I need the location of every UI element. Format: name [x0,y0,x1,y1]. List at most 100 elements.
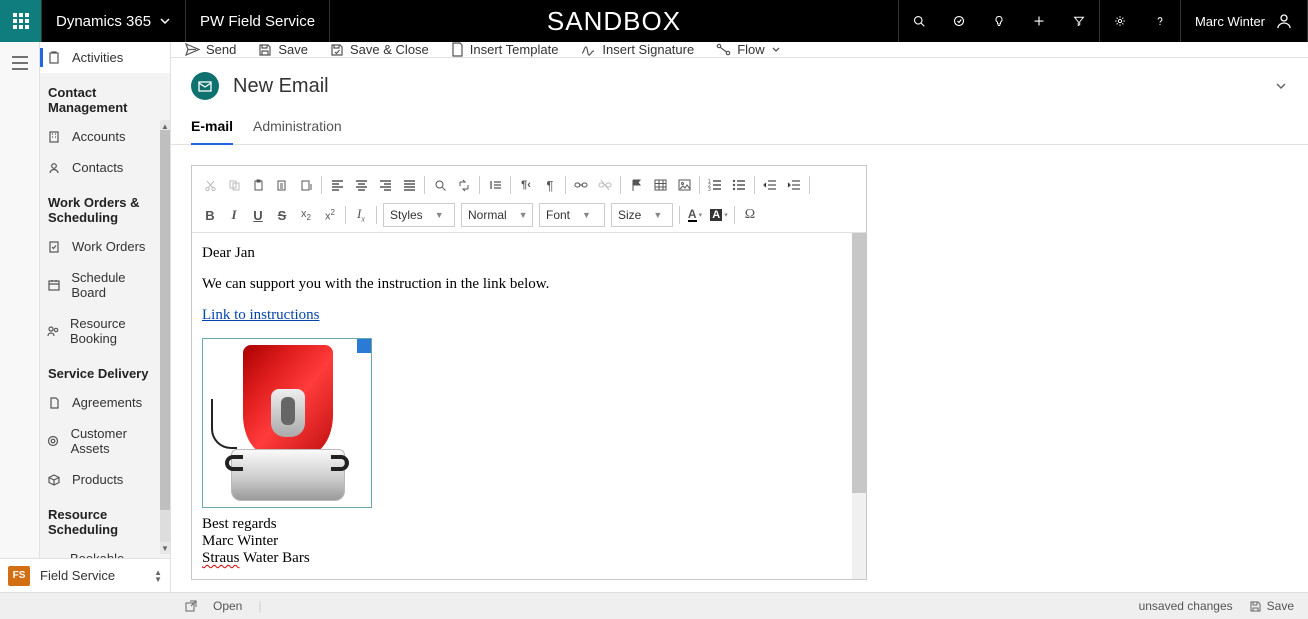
align-justify-button[interactable] [397,174,421,196]
status-save-button[interactable]: Save [1249,599,1294,613]
paste-icon [252,179,265,192]
insert-signature-button[interactable]: Insert Signature [580,42,694,57]
waffle-icon [13,13,29,29]
rtl-button[interactable]: ¶ [538,174,562,196]
blockquote-icon [489,179,502,191]
user-name: Marc Winter [1195,14,1265,29]
popout-icon [185,600,197,612]
italic-button[interactable]: I [222,204,246,226]
area-updown-icon: ▲▼ [154,569,162,583]
area-label: Field Service [40,568,115,583]
editor-scroll-thumb[interactable] [852,233,866,493]
special-char-button[interactable]: Ω [738,204,762,226]
task-button[interactable] [939,0,979,42]
anchor-button[interactable] [624,174,648,196]
copy-button[interactable] [222,174,246,196]
replace-button[interactable] [452,174,476,196]
quick-create-button[interactable] [1019,0,1059,42]
bullet-list-button[interactable] [727,174,751,196]
person-icon [46,161,62,175]
styles-dropdown[interactable]: Styles▼ [383,203,455,227]
help-button[interactable] [1140,0,1180,42]
sidebar-item-customer-assets[interactable]: Customer Assets [40,418,170,464]
unlink-icon [598,179,612,191]
insert-template-button[interactable]: Insert Template [451,42,559,57]
scroll-down-arrow[interactable]: ▼ [160,542,170,554]
header-collapse-button[interactable] [1274,79,1288,93]
link-button[interactable] [569,174,593,196]
search-button[interactable] [899,0,939,42]
indent-button[interactable] [782,174,806,196]
area-switcher[interactable]: FS Field Service ▲▼ [0,558,171,592]
email-link[interactable]: Link to instructions [202,307,320,323]
paste-word-button[interactable] [294,174,318,196]
align-right-button[interactable] [373,174,397,196]
area-badge: FS [8,566,30,586]
product-switcher[interactable]: Dynamics 365 [42,0,186,42]
text-color-button[interactable]: A▾ [683,204,707,226]
clipboard-icon [46,51,62,65]
sidebar-item-products[interactable]: Products [40,464,170,495]
save-button[interactable]: Save [258,42,308,57]
asset-icon [46,434,61,448]
ltr-button[interactable]: ¶‹ [514,174,538,196]
bg-color-button[interactable]: A▾ [707,204,731,226]
image-button[interactable] [672,174,696,196]
hamburger-button[interactable] [11,56,29,70]
remove-format-button[interactable]: Ix [349,204,373,226]
strike-button[interactable]: S [270,204,294,226]
sidebar-scrollbar-thumb[interactable] [160,130,170,510]
sidebar-item-agreements[interactable]: Agreements [40,387,170,418]
sidebar-item-work-orders[interactable]: Work Orders [40,231,170,262]
assistant-button[interactable] [979,0,1019,42]
size-dropdown[interactable]: Size▼ [611,203,673,227]
align-justify-icon [403,179,416,191]
paste-button[interactable] [246,174,270,196]
superscript-button[interactable]: x2 [318,204,342,226]
send-icon [185,43,200,56]
align-left-button[interactable] [325,174,349,196]
cut-button[interactable] [198,174,222,196]
envelope-icon [198,81,212,92]
font-dropdown[interactable]: Font▼ [539,203,605,227]
editor-scrollbar[interactable] [852,233,866,579]
tab-email[interactable]: E-mail [191,110,233,144]
app-name[interactable]: PW Field Service [186,0,330,42]
bold-button[interactable]: B [198,204,222,226]
sidebar-item-resource-booking[interactable]: Resource Booking [40,308,170,354]
format-dropdown[interactable]: Normal▼ [461,203,533,227]
status-popout-button[interactable] [185,600,197,612]
strike-icon: S [278,208,287,223]
align-center-icon [355,179,368,191]
flow-button[interactable]: Flow [716,42,780,57]
email-body-editor[interactable]: Dear Jan We can support you with the ins… [192,233,852,579]
underline-button[interactable]: U [246,204,270,226]
filter-button[interactable] [1059,0,1099,42]
settings-button[interactable] [1100,0,1140,42]
inserted-image[interactable] [202,338,372,508]
find-button[interactable] [428,174,452,196]
send-button[interactable]: Send [185,42,236,57]
signature-line: Best regards [202,516,842,533]
sidebar-item-contacts[interactable]: Contacts [40,152,170,183]
align-center-button[interactable] [349,174,373,196]
user-menu[interactable]: Marc Winter [1181,0,1308,42]
sidebar-item-schedule-board[interactable]: Schedule Board [40,262,170,308]
save-icon [258,43,272,57]
paste-text-button[interactable] [270,174,294,196]
app-launcher-button[interactable] [0,0,42,42]
blockquote-button[interactable] [483,174,507,196]
sidebar: Activities Contact Management Accounts C… [40,42,171,592]
sidebar-item-activities[interactable]: Activities [40,42,170,73]
table-button[interactable] [648,174,672,196]
numbered-list-button[interactable]: 123 [703,174,727,196]
clipboard-check-icon [46,240,62,254]
save-close-button[interactable]: Save & Close [330,42,429,57]
unlink-button[interactable] [593,174,617,196]
cube-icon [46,473,62,487]
subscript-button[interactable]: x2 [294,204,318,226]
outdent-button[interactable] [758,174,782,196]
tab-administration[interactable]: Administration [253,110,342,144]
hamburger-icon [11,56,29,70]
sidebar-item-accounts[interactable]: Accounts [40,121,170,152]
